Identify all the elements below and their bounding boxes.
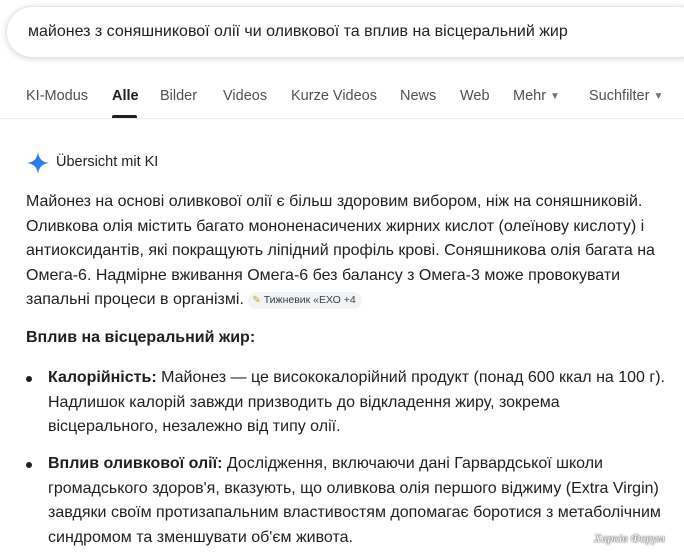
list-item: Вплив оливкової олії: Дослідження, включ… [48, 452, 666, 550]
ai-overview-paragraph: Майонез на основі оливкової олії є більш… [26, 190, 666, 313]
bullet-title: Калорійність: [48, 369, 157, 386]
search-box[interactable]: майонез з соняшникової олії чи оливкової… [6, 6, 684, 58]
list-item: Калорійність: Майонез — це висококалорій… [48, 366, 666, 440]
bullet-dot [26, 376, 32, 382]
tab-videos[interactable]: Videos [223, 88, 267, 104]
tab-bilder[interactable]: Bilder [160, 88, 197, 104]
bullet-dot [26, 462, 32, 468]
tab-mehr-label: Mehr [513, 88, 547, 104]
tab-kurze-videos[interactable]: Kurze Videos [291, 88, 377, 104]
tabs-divider [0, 118, 684, 119]
source-logo-icon: ✎ [252, 295, 261, 306]
search-query[interactable]: майонез з соняшникової олії чи оливкової… [28, 23, 568, 41]
tab-suchfilter-label: Suchfilter [589, 88, 650, 104]
source-chip[interactable]: ✎ Тижневик «ЕХО +4 [248, 292, 362, 309]
tab-ki-modus[interactable]: KI-Modus [26, 88, 88, 104]
chevron-down-icon: ▼ [550, 91, 560, 102]
section-heading: Вплив на вісцеральний жир: [26, 329, 256, 346]
tab-alle[interactable]: Alle [112, 88, 139, 104]
tab-news[interactable]: News [400, 88, 436, 104]
tab-suchfilter[interactable]: Suchfilter ▼ [589, 88, 663, 104]
ai-overview-text: Майонез на основі оливкової олії є більш… [26, 193, 655, 308]
sparkle-icon [27, 152, 49, 174]
ai-overview-title: Übersicht mit KI [56, 154, 159, 170]
tab-web[interactable]: Web [460, 88, 490, 104]
source-chip-label: Тижневик «ЕХО +4 [263, 294, 356, 306]
chevron-down-icon: ▼ [653, 91, 664, 102]
watermark: Харків Форум [594, 531, 665, 545]
tab-mehr[interactable]: Mehr ▼ [513, 88, 560, 104]
bullet-title: Вплив оливкової олії: [48, 455, 223, 472]
